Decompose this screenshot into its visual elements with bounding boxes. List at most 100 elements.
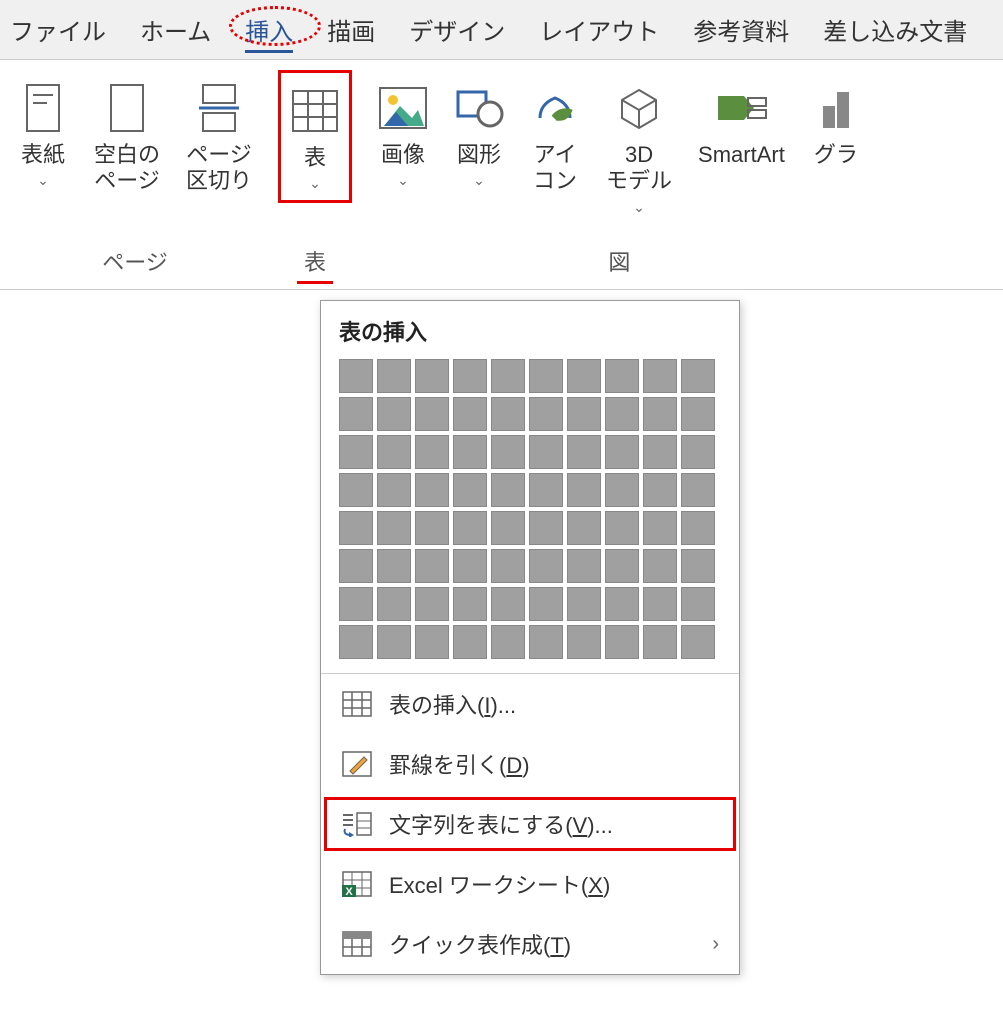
- ribbon-btn-cover-page[interactable]: 表紙⌄: [8, 70, 78, 203]
- grid-cell[interactable]: [453, 587, 487, 621]
- grid-cell[interactable]: [529, 511, 563, 545]
- menu-tab-3[interactable]: 描画: [321, 2, 381, 57]
- grid-cell[interactable]: [491, 549, 525, 583]
- grid-cell[interactable]: [643, 435, 677, 469]
- grid-cell[interactable]: [681, 549, 715, 583]
- grid-cell[interactable]: [529, 397, 563, 431]
- ribbon-btn-page-break[interactable]: ページ区切り: [176, 70, 262, 203]
- grid-cell[interactable]: [453, 359, 487, 393]
- grid-cell[interactable]: [605, 587, 639, 621]
- grid-cell[interactable]: [681, 397, 715, 431]
- grid-cell[interactable]: [643, 587, 677, 621]
- grid-cell[interactable]: [415, 587, 449, 621]
- menu-option-insert-table[interactable]: 表の挿入(I)...: [321, 674, 739, 734]
- grid-cell[interactable]: [415, 511, 449, 545]
- menu-tab-7[interactable]: 差し込み文書: [817, 2, 973, 57]
- grid-cell[interactable]: [377, 473, 411, 507]
- grid-cell[interactable]: [491, 511, 525, 545]
- ribbon-btn-shapes[interactable]: 図形⌄: [444, 70, 514, 224]
- grid-cell[interactable]: [453, 549, 487, 583]
- grid-cell[interactable]: [339, 473, 373, 507]
- grid-cell[interactable]: [567, 549, 601, 583]
- ribbon-btn-3d-models[interactable]: 3Dモデル⌄: [596, 70, 682, 224]
- grid-cell[interactable]: [453, 625, 487, 659]
- grid-cell[interactable]: [491, 625, 525, 659]
- grid-cell[interactable]: [681, 587, 715, 621]
- grid-cell[interactable]: [377, 549, 411, 583]
- grid-cell[interactable]: [681, 511, 715, 545]
- grid-cell[interactable]: [681, 625, 715, 659]
- grid-cell[interactable]: [491, 397, 525, 431]
- menu-tab-0[interactable]: ファイル: [4, 2, 112, 57]
- table-size-grid[interactable]: [339, 359, 721, 659]
- grid-cell[interactable]: [529, 549, 563, 583]
- grid-cell[interactable]: [339, 397, 373, 431]
- grid-cell[interactable]: [339, 359, 373, 393]
- ribbon-btn-pictures[interactable]: 画像⌄: [368, 70, 438, 224]
- grid-cell[interactable]: [415, 435, 449, 469]
- grid-cell[interactable]: [529, 435, 563, 469]
- grid-cell[interactable]: [415, 397, 449, 431]
- menu-option-quick-tables[interactable]: クイック表作成(T)›: [321, 914, 739, 974]
- grid-cell[interactable]: [567, 511, 601, 545]
- grid-cell[interactable]: [453, 397, 487, 431]
- grid-cell[interactable]: [529, 587, 563, 621]
- grid-cell[interactable]: [643, 473, 677, 507]
- grid-cell[interactable]: [339, 435, 373, 469]
- grid-cell[interactable]: [491, 473, 525, 507]
- grid-cell[interactable]: [605, 511, 639, 545]
- grid-cell[interactable]: [377, 397, 411, 431]
- grid-cell[interactable]: [529, 473, 563, 507]
- grid-cell[interactable]: [377, 511, 411, 545]
- grid-cell[interactable]: [605, 625, 639, 659]
- grid-cell[interactable]: [605, 397, 639, 431]
- grid-cell[interactable]: [605, 549, 639, 583]
- menu-tab-1[interactable]: ホーム: [134, 2, 217, 57]
- grid-cell[interactable]: [491, 359, 525, 393]
- grid-cell[interactable]: [567, 473, 601, 507]
- grid-cell[interactable]: [415, 549, 449, 583]
- grid-cell[interactable]: [643, 625, 677, 659]
- grid-cell[interactable]: [339, 511, 373, 545]
- ribbon-btn-icons[interactable]: アイコン: [520, 70, 590, 224]
- grid-cell[interactable]: [529, 359, 563, 393]
- grid-cell[interactable]: [453, 473, 487, 507]
- grid-cell[interactable]: [377, 435, 411, 469]
- ribbon-btn-table[interactable]: 表⌄: [278, 70, 352, 203]
- ribbon-btn-chart[interactable]: グラ: [801, 70, 871, 224]
- grid-cell[interactable]: [643, 549, 677, 583]
- grid-cell[interactable]: [681, 435, 715, 469]
- grid-cell[interactable]: [567, 435, 601, 469]
- grid-cell[interactable]: [415, 359, 449, 393]
- menu-tab-2[interactable]: 挿入: [239, 2, 299, 57]
- grid-cell[interactable]: [643, 359, 677, 393]
- menu-tab-5[interactable]: レイアウト: [533, 2, 665, 57]
- grid-cell[interactable]: [453, 435, 487, 469]
- menu-tab-4[interactable]: デザイン: [403, 2, 511, 57]
- grid-cell[interactable]: [567, 359, 601, 393]
- grid-cell[interactable]: [453, 511, 487, 545]
- menu-tab-6[interactable]: 参考資料: [687, 2, 795, 57]
- grid-cell[interactable]: [643, 397, 677, 431]
- grid-cell[interactable]: [605, 473, 639, 507]
- grid-cell[interactable]: [567, 587, 601, 621]
- grid-cell[interactable]: [339, 625, 373, 659]
- grid-cell[interactable]: [567, 625, 601, 659]
- grid-cell[interactable]: [491, 587, 525, 621]
- grid-cell[interactable]: [415, 625, 449, 659]
- ribbon-btn-smartart[interactable]: SmartArt: [688, 70, 795, 224]
- grid-cell[interactable]: [681, 359, 715, 393]
- grid-cell[interactable]: [491, 435, 525, 469]
- grid-cell[interactable]: [377, 359, 411, 393]
- grid-cell[interactable]: [605, 435, 639, 469]
- ribbon-btn-blank-page[interactable]: 空白のページ: [84, 70, 170, 203]
- grid-cell[interactable]: [339, 549, 373, 583]
- menu-option-draw-table[interactable]: 罫線を引く(D): [321, 734, 739, 794]
- grid-cell[interactable]: [681, 473, 715, 507]
- grid-cell[interactable]: [377, 625, 411, 659]
- grid-cell[interactable]: [643, 511, 677, 545]
- menu-option-excel-sheet[interactable]: XExcel ワークシート(X): [321, 854, 739, 914]
- grid-cell[interactable]: [415, 473, 449, 507]
- grid-cell[interactable]: [567, 397, 601, 431]
- grid-cell[interactable]: [529, 625, 563, 659]
